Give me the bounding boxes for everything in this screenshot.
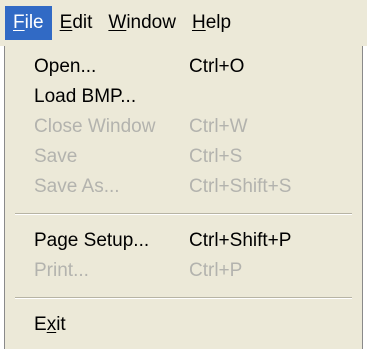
menu-item-page-setup-shortcut: Ctrl+Shift+P	[189, 230, 292, 251]
menu-item-close-window-shortcut: Ctrl+W	[189, 116, 248, 137]
menu-item-save-as-shortcut: Ctrl+Shift+S	[189, 176, 292, 197]
menu-item-exit-label: Exit	[34, 314, 66, 336]
menu-item-open[interactable]: Open... Ctrl+O	[5, 52, 362, 84]
menu-edit[interactable]: Edit	[52, 6, 101, 40]
exit-label-prefix: E	[34, 314, 47, 335]
menu-item-page-setup-label: Page Setup...	[34, 230, 150, 251]
menu-window-label: indow	[126, 12, 176, 33]
menu-item-open-label: Open...	[34, 56, 97, 77]
menu-help[interactable]: Help	[184, 6, 239, 40]
menu-separator	[15, 213, 352, 215]
exit-label-rest: it	[56, 314, 66, 335]
menu-item-print-shortcut: Ctrl+P	[189, 260, 243, 281]
menu-item-save-as-label: Save As...	[34, 176, 120, 197]
menu-item-save: Save Ctrl+S	[5, 142, 362, 174]
menu-item-open-shortcut: Ctrl+O	[189, 56, 245, 77]
menu-file-mnemonic: F	[13, 12, 25, 33]
menu-item-save-label: Save	[34, 146, 78, 167]
menu-item-save-as: Save As... Ctrl+Shift+S	[5, 172, 362, 204]
menu-item-print: Print... Ctrl+P	[5, 256, 362, 288]
menu-item-close-window: Close Window Ctrl+W	[5, 112, 362, 144]
menu-item-load-bmp-label: Load BMP...	[34, 86, 137, 107]
menu-item-close-window-label: Close Window	[34, 116, 156, 137]
menu-file[interactable]: File	[5, 6, 52, 40]
menu-edit-mnemonic: E	[59, 12, 73, 33]
menu-item-load-bmp[interactable]: Load BMP...	[5, 82, 362, 114]
menu-help-label: elp	[205, 12, 232, 33]
menu-item-print-label: Print...	[34, 260, 89, 281]
menu-help-mnemonic: H	[191, 12, 206, 33]
menu-item-exit[interactable]: Exit	[5, 310, 362, 342]
menu-separator	[15, 297, 352, 299]
menu-window[interactable]: Window	[100, 6, 184, 40]
exit-label-mnemonic: x	[46, 314, 57, 335]
menu-item-save-shortcut: Ctrl+S	[189, 146, 243, 167]
menu-edit-label: dit	[72, 12, 93, 33]
menu-window-mnemonic: W	[108, 12, 127, 33]
menu-file-label: ile	[24, 12, 44, 33]
menu-item-page-setup[interactable]: Page Setup... Ctrl+Shift+P	[5, 226, 362, 258]
file-dropdown-menu: Open... Ctrl+O Load BMP... Close Window …	[4, 46, 363, 349]
menu-bar: File Edit Window Help	[0, 0, 367, 46]
